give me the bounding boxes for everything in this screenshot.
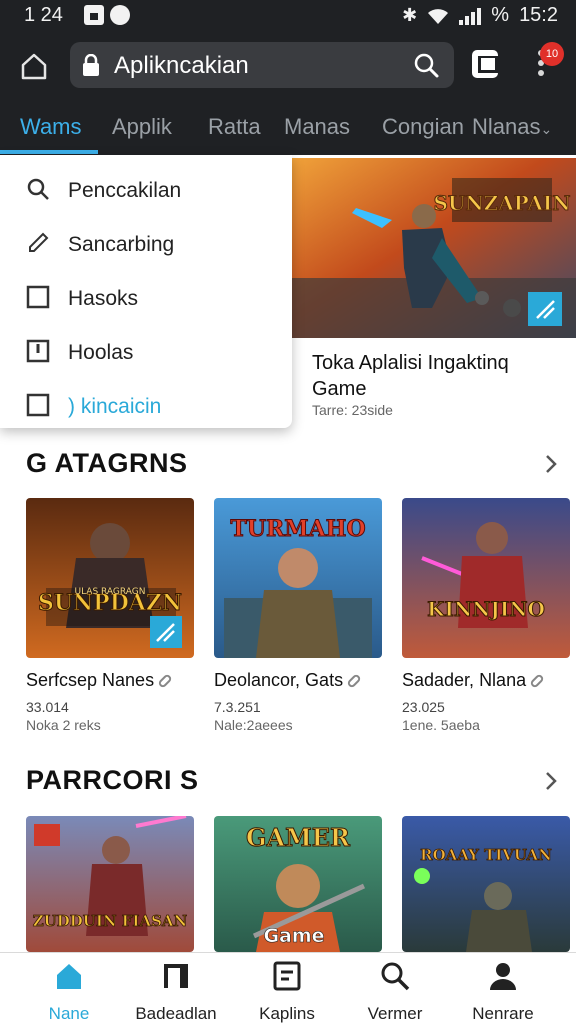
- game-thumbnail: TURMAHO: [214, 498, 382, 658]
- thumb-art-text: TURMAHO: [230, 516, 365, 542]
- game-meta-info: 1ene. 5aeba: [402, 717, 480, 733]
- hero-artwork: SUNZAPAIN: [292, 158, 576, 338]
- chevron-right-icon[interactable]: [540, 770, 562, 792]
- lock-icon: [83, 54, 99, 76]
- game-name: Sadader, Nlana: [402, 670, 527, 690]
- game-meta-count: 23.025: [402, 699, 445, 715]
- app-notification-icon: [110, 5, 130, 25]
- hero-art-text: SUNZAPAIN: [433, 191, 570, 215]
- search-icon: [27, 178, 49, 200]
- link-icon: [158, 675, 172, 688]
- bookmark-icon: [26, 339, 50, 363]
- section-title-2: PARRCORI S: [26, 765, 199, 795]
- hero-subtitle: Tarre: 23side: [312, 402, 393, 418]
- thumb-art-text: KINNJINO: [427, 597, 545, 621]
- thumb-art-subtext: Game: [263, 925, 324, 947]
- game-card[interactable]: ZUDDUIN FIASAN: [26, 816, 194, 952]
- signal-icon: [459, 7, 482, 25]
- tab-congian[interactable]: Congian: [382, 114, 464, 140]
- chevron-right-icon[interactable]: [540, 453, 562, 475]
- status-bar: 1 24 ✱ % 15:2: [0, 0, 576, 32]
- nav-item-kaplins[interactable]: Kaplins: [232, 961, 342, 1024]
- game-thumbnail: ZUDDUIN FIASAN: [26, 816, 194, 952]
- game-thumbnail: GAMER Game: [214, 816, 382, 952]
- nav-item-nane[interactable]: Nane: [14, 961, 124, 1024]
- pen-icon: [29, 232, 49, 252]
- game-name: Deolancor, Gats: [214, 670, 344, 690]
- game-card[interactable]: TURMAHO Deolancor, Gats 7.3.251 Nale:2ae…: [214, 498, 382, 733]
- library-icon: [164, 964, 188, 988]
- game-name: Serfcsep Nanes: [26, 670, 155, 690]
- menu-item-hoolas[interactable]: Hoolas: [0, 323, 292, 377]
- game-thumbnail: SUNPDAZN ULAS RAGRAGN: [26, 498, 194, 658]
- game-meta-count: 7.3.251: [214, 699, 261, 715]
- active-tab-indicator: [0, 150, 98, 154]
- menu-item-sancarbing[interactable]: Sancarbing: [0, 215, 292, 269]
- thumb-art-text: ROAAY TIVUAN: [420, 846, 552, 864]
- tab-manas[interactable]: Manas: [284, 114, 350, 140]
- hero-banner-image[interactable]: SUNZAPAIN: [292, 158, 576, 338]
- checkbox-icon: [26, 285, 50, 309]
- thumb-art-text: GAMER: [246, 823, 351, 852]
- menu-item-penccakilan[interactable]: Penccakilan: [0, 161, 292, 215]
- search-icon[interactable]: [412, 51, 440, 79]
- game-meta-info: Noka 2 reks: [26, 717, 101, 733]
- game-card[interactable]: KINNJINO Sadader, Nlana 23.025 1ene. 5ae…: [402, 498, 570, 733]
- checkbox-icon: [26, 393, 50, 417]
- category-tabs: Wams Applik Ratta Manas Congian Nlanas⌄: [0, 108, 576, 155]
- battery-percent: %: [491, 4, 510, 26]
- chevron-down-icon: ⌄: [540, 121, 553, 137]
- status-clock: 15:2: [519, 4, 558, 26]
- notification-icon: [84, 5, 104, 25]
- status-time: 1 24: [24, 4, 63, 26]
- home-icon[interactable]: [18, 50, 50, 82]
- game-card[interactable]: ROAAY TIVUAN: [402, 816, 570, 952]
- dropdown-menu: Penccakilan Sancarbing Hasoks Hoolas ) k…: [0, 155, 292, 428]
- game-thumbnail: KINNJINO: [402, 498, 570, 658]
- game-card[interactable]: GAMER Game: [214, 816, 382, 952]
- tab-applik[interactable]: Applik: [112, 114, 172, 140]
- bluetooth-icon: ✱: [402, 5, 418, 25]
- section-title-1: G ATAGRNS: [26, 448, 188, 478]
- tab-ratta[interactable]: Ratta: [208, 114, 261, 140]
- search-icon: [381, 962, 410, 991]
- link-icon: [530, 675, 544, 688]
- tab-wams[interactable]: Wams: [20, 114, 82, 140]
- tab-switcher-button[interactable]: [472, 50, 498, 78]
- tab-nlanas[interactable]: Nlanas⌄: [472, 114, 552, 140]
- bottom-navigation: Nane Badeadlan Kaplins Vermer Nenrare: [0, 952, 576, 1024]
- menu-item-kincaicin[interactable]: ) kincaicin: [0, 377, 292, 431]
- address-bar[interactable]: Aplikncakian: [70, 42, 454, 88]
- thumb-art-subtext: ULAS RAGRAGN: [75, 587, 146, 597]
- wifi-icon: [428, 8, 449, 24]
- app-header: 1 24 ✱ % 15:2 Aplikncakian 10 Wams Appli…: [0, 0, 576, 155]
- nav-item-nenrare[interactable]: Nenrare: [448, 961, 558, 1024]
- nav-item-badeadlan[interactable]: Badeadlan: [121, 961, 231, 1024]
- document-icon: [273, 961, 301, 991]
- url-text[interactable]: Aplikncakian: [114, 52, 249, 80]
- game-meta-info: Nale:2aeees: [214, 717, 293, 733]
- notification-badge: 10: [540, 42, 564, 66]
- thumb-art-text: ZUDDUIN FIASAN: [33, 912, 188, 930]
- game-thumbnail: ROAAY TIVUAN: [402, 816, 570, 952]
- game-card[interactable]: SUNPDAZN ULAS RAGRAGN Serfcsep Nanes 33.…: [26, 498, 194, 733]
- person-icon: [490, 963, 516, 990]
- nav-item-vermer[interactable]: Vermer: [340, 961, 450, 1024]
- home-icon: [57, 964, 81, 989]
- link-icon: [347, 675, 361, 688]
- game-meta-count: 33.014: [26, 699, 69, 715]
- hero-title[interactable]: Toka Aplalisi Ingaktinq Game: [312, 350, 562, 402]
- menu-item-hasoks[interactable]: Hasoks: [0, 269, 292, 323]
